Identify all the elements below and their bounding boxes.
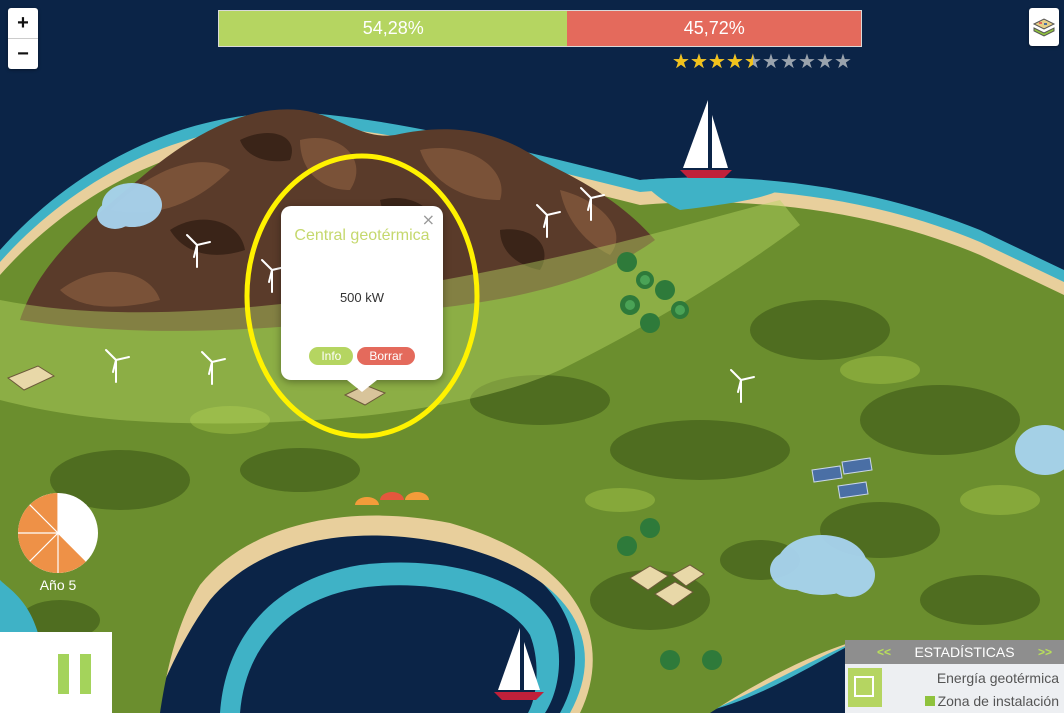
- rating-star-icon: ★ ★: [672, 49, 690, 73]
- stats-header: ESTADÍSTICAS: [914, 644, 1015, 660]
- pause-icon: [58, 654, 69, 694]
- popup-power: 500 kW: [339, 290, 385, 305]
- renewable-share-segment: 54,28%: [219, 11, 568, 46]
- stats-energy-label: Energía geotérmica: [936, 670, 1059, 686]
- rating-star-icon: ★: [780, 49, 798, 73]
- stats-zone-label: Zona de instalación: [937, 693, 1059, 709]
- pause-icon-bar: [80, 654, 91, 694]
- zoom-in-button[interactable]: +: [8, 8, 38, 38]
- year-label: Año 5: [39, 577, 77, 593]
- info-button[interactable]: Info: [309, 347, 354, 365]
- control-panel: [0, 632, 112, 713]
- stats-next-button[interactable]: >>: [1038, 645, 1052, 659]
- delete-button[interactable]: Borrar: [357, 347, 415, 365]
- stats-prev-button[interactable]: <<: [877, 645, 891, 659]
- rating-star-icon: ★: [834, 49, 852, 73]
- pause-button[interactable]: [58, 654, 92, 694]
- rating-stars: ★ ★ ★ ★ ★ ★ ★ ★ ★ ★ ★ ★ ★ ★ ★: [672, 51, 852, 71]
- geothermal-zone-icon: [848, 668, 882, 707]
- nonrenewable-share-segment: 45,72%: [567, 11, 861, 46]
- rating-star-icon: ★: [816, 49, 834, 73]
- rating-star-icon: ★ ★: [744, 49, 762, 73]
- zoom-control: + −: [8, 8, 38, 69]
- layers-icon: [1032, 18, 1056, 37]
- rating-star-icon: ★: [762, 49, 780, 73]
- rating-star-icon: ★ ★: [708, 49, 726, 73]
- building-popup: × Central geotérmica 500 kW Info Borrar: [281, 206, 443, 392]
- year-progress-clock: [17, 493, 98, 573]
- zone-legend-swatch: [924, 696, 935, 706]
- rating-star-icon: ★ ★: [726, 49, 744, 73]
- rating-star-icon: ★: [798, 49, 816, 73]
- popup-title: Central geotérmica: [294, 227, 430, 244]
- zoom-out-button[interactable]: −: [8, 38, 38, 69]
- statistics-panel: << ESTADÍSTICAS >> Energía geotérmica Zo…: [845, 640, 1064, 713]
- island-map[interactable]: [0, 0, 1064, 713]
- energy-balance-bar: 54,28% 45,72%: [218, 10, 862, 47]
- layers-button[interactable]: [1029, 8, 1059, 46]
- popup-pointer: [347, 380, 377, 392]
- rating-star-icon: ★ ★: [690, 49, 708, 73]
